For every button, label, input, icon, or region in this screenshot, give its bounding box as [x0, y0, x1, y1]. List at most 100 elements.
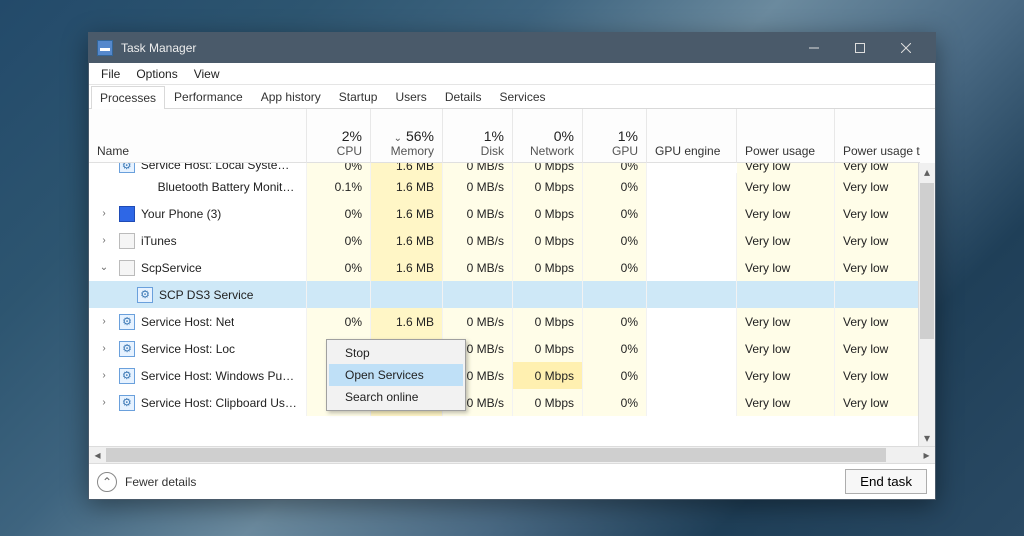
gear-icon: ⚙	[119, 314, 135, 330]
minimize-button[interactable]	[791, 33, 837, 63]
scrollbar-thumb[interactable]	[920, 183, 934, 339]
cell-disk: 0 MB/s	[443, 173, 513, 200]
vertical-scrollbar[interactable]: ▴ ▾	[918, 163, 935, 446]
tab-details[interactable]: Details	[436, 85, 491, 108]
cell-memory	[371, 281, 443, 308]
chevron-up-icon: ⌃	[97, 472, 117, 492]
table-row[interactable]: Bluetooth Battery Monitor ...0.1%1.6 MB0…	[89, 173, 935, 200]
ctx-search-online[interactable]: Search online	[329, 386, 463, 408]
table-row[interactable]: ›⚙Service Host: Net0%1.6 MB0 MB/s0 Mbps0…	[89, 308, 935, 335]
chevron-right-icon[interactable]: ›	[97, 208, 111, 219]
col-memory[interactable]: ⌄56% Memory	[371, 109, 443, 163]
cell-gpu-engine	[647, 173, 737, 200]
tab-users[interactable]: Users	[386, 85, 435, 108]
cell-gpu-engine	[647, 308, 737, 335]
cell-power-usage: Very low	[737, 389, 835, 416]
table-row[interactable]: ⚙Service Host: Local System (…0%1.6 MB0 …	[89, 163, 935, 173]
generic-icon	[119, 260, 135, 276]
col-power-usage[interactable]: Power usage	[737, 109, 835, 163]
menu-view[interactable]: View	[186, 65, 228, 83]
cell-gpu: 0%	[583, 227, 647, 254]
chevron-right-icon[interactable]: ›	[97, 343, 111, 354]
ctx-stop[interactable]: Stop	[329, 342, 463, 364]
chevron-right-icon[interactable]: ›	[97, 370, 111, 381]
col-network[interactable]: 0% Network	[513, 109, 583, 163]
menu-options[interactable]: Options	[128, 65, 185, 83]
end-task-button[interactable]: End task	[845, 469, 927, 494]
cell-network: 0 Mbps	[513, 335, 583, 362]
scroll-right-icon[interactable]: ▸	[918, 447, 935, 463]
tab-app-history[interactable]: App history	[252, 85, 330, 108]
cell-gpu-engine	[647, 362, 737, 389]
table-row[interactable]: ›iTunes0%1.6 MB0 MB/s0 Mbps0%Very lowVer…	[89, 227, 935, 254]
horizontal-scrollbar[interactable]: ◂ ▸	[89, 446, 935, 463]
tab-startup[interactable]: Startup	[330, 85, 387, 108]
context-menu: Stop Open Services Search online	[326, 339, 466, 411]
cell-power-usage: Very low	[737, 254, 835, 281]
menu-file[interactable]: File	[93, 65, 128, 83]
chevron-down-icon[interactable]: ⌄	[97, 262, 111, 273]
col-power-usage-trend[interactable]: Power usage trend	[835, 109, 920, 163]
table-row[interactable]: ›⚙Service Host: Loc0%1.6 MB0 MB/s0 Mbps0…	[89, 335, 935, 362]
col-name[interactable]: Name	[89, 109, 307, 163]
cell-name: ⚙Service Host: Local System (…	[89, 163, 307, 173]
table-row[interactable]: ›⚙Service Host: Clipboard Use...0%1.6 MB…	[89, 389, 935, 416]
ctx-open-services[interactable]: Open Services	[329, 364, 463, 386]
tab-services[interactable]: Services	[491, 85, 555, 108]
table-row[interactable]: ⌄ScpService0%1.6 MB0 MB/s0 Mbps0%Very lo…	[89, 254, 935, 281]
col-gpu[interactable]: 1% GPU	[583, 109, 647, 163]
process-name: Service Host: Local System (…	[141, 163, 298, 172]
table-row[interactable]: ›Your Phone (3)0%1.6 MB0 MB/s0 Mbps0%Ver…	[89, 200, 935, 227]
cell-network: 0 Mbps	[513, 200, 583, 227]
col-disk[interactable]: 1% Disk	[443, 109, 513, 163]
process-name: Service Host: Clipboard Use...	[141, 396, 298, 410]
cell-network: 0 Mbps	[513, 173, 583, 200]
col-cpu[interactable]: 2% CPU	[307, 109, 371, 163]
cell-memory: 1.6 MB	[371, 308, 443, 335]
cell-power-usage-trend	[835, 281, 920, 308]
table-row[interactable]: ›⚙Service Host: Windows Push...0%1.6 MB0…	[89, 362, 935, 389]
cell-power-usage-trend: Very low	[835, 163, 920, 173]
scrollbar-thumb-h[interactable]	[106, 448, 886, 462]
cell-name: ›Your Phone (3)	[89, 200, 307, 227]
cell-name: ›⚙Service Host: Loc	[89, 335, 307, 362]
fewer-details-label: Fewer details	[125, 475, 196, 489]
cell-network: 0 Mbps	[513, 227, 583, 254]
chevron-down-icon: ⌄	[394, 133, 402, 144]
cell-cpu: 0%	[307, 308, 371, 335]
cell-gpu	[583, 281, 647, 308]
cell-name: ›⚙Service Host: Net	[89, 308, 307, 335]
cell-memory: 1.6 MB	[371, 163, 443, 173]
cell-gpu-engine	[647, 200, 737, 227]
cell-power-usage-trend: Very low	[835, 362, 920, 389]
chevron-right-icon[interactable]: ›	[97, 397, 111, 408]
col-gpu-engine[interactable]: GPU engine	[647, 109, 737, 163]
task-manager-window: Task Manager File Options View Processes…	[88, 32, 936, 500]
scroll-left-icon[interactable]: ◂	[89, 447, 106, 463]
tab-performance[interactable]: Performance	[165, 85, 252, 108]
cell-name: ›iTunes	[89, 227, 307, 254]
cell-disk: 0 MB/s	[443, 308, 513, 335]
tab-processes[interactable]: Processes	[91, 86, 165, 109]
scroll-down-icon[interactable]: ▾	[919, 429, 935, 446]
process-rows: ⚙Service Host: Local System (…0%1.6 MB0 …	[89, 163, 935, 446]
cell-network	[513, 281, 583, 308]
table-row[interactable]: ⚙SCP DS3 Service	[89, 281, 935, 308]
chevron-right-icon[interactable]: ›	[97, 316, 111, 327]
maximize-button[interactable]	[837, 33, 883, 63]
cell-gpu: 0%	[583, 335, 647, 362]
process-name: Service Host: Loc	[141, 342, 235, 356]
cell-gpu: 0%	[583, 254, 647, 281]
close-button[interactable]	[883, 33, 929, 63]
gear-icon: ⚙	[119, 395, 135, 411]
scroll-up-icon[interactable]: ▴	[919, 163, 935, 180]
cell-network: 0 Mbps	[513, 362, 583, 389]
cell-power-usage: Very low	[737, 308, 835, 335]
cell-gpu-engine	[647, 335, 737, 362]
scrollbar-track[interactable]	[106, 447, 918, 463]
cell-network: 0 Mbps	[513, 389, 583, 416]
footer-bar: ⌃ Fewer details End task	[89, 463, 935, 499]
fewer-details-toggle[interactable]: ⌃ Fewer details	[97, 472, 196, 492]
cell-cpu: 0%	[307, 227, 371, 254]
chevron-right-icon[interactable]: ›	[97, 235, 111, 246]
